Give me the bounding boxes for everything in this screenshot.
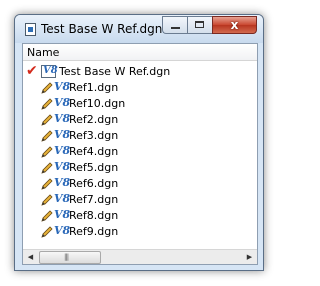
- tree-item-label: Test Base W Ref.dgn: [59, 65, 171, 78]
- scroll-right-arrow-icon[interactable]: ▶: [242, 250, 257, 264]
- v8-file-icon: V8: [54, 80, 71, 93]
- pencil-icon: [41, 146, 53, 158]
- pencil-icon: [41, 82, 53, 94]
- minimize-button[interactable]: [162, 16, 187, 34]
- scroll-grip-icon: |||: [64, 253, 69, 261]
- name-column-header[interactable]: Name: [23, 44, 257, 61]
- tree-item-label: Ref2.dgn: [69, 113, 119, 126]
- pencil-icon: [41, 98, 53, 110]
- tree-item-label: Ref7.dgn: [69, 193, 119, 206]
- red-check-icon: ✔: [26, 63, 38, 79]
- maximize-icon: [195, 21, 204, 28]
- tree-item-label: Ref4.dgn: [69, 145, 119, 158]
- column-header-label: Name: [27, 46, 60, 59]
- close-icon: x: [230, 18, 239, 32]
- pencil-icon: [41, 162, 53, 174]
- v8-file-icon: V8: [54, 160, 71, 173]
- v8-file-icon: V8: [54, 128, 71, 141]
- scroll-thumb[interactable]: |||: [39, 251, 101, 264]
- pencil-icon: [41, 226, 53, 238]
- scroll-left-arrow-icon[interactable]: ◀: [23, 250, 38, 264]
- tree-item-label: Ref10.dgn: [69, 97, 126, 110]
- tree-item-label: Ref6.dgn: [69, 177, 119, 190]
- minimize-icon: [171, 27, 180, 29]
- tree-item-label: Ref1.dgn: [69, 81, 119, 94]
- pencil-icon: [41, 194, 53, 206]
- tree-item-label: Ref5.dgn: [69, 161, 119, 174]
- tree-item-label: Ref3.dgn: [69, 129, 119, 142]
- tree-item-label: Ref9.dgn: [69, 225, 119, 238]
- pencil-icon: [41, 130, 53, 142]
- v8-file-icon: V8: [54, 176, 71, 189]
- dgn-file-icon: V8: [41, 65, 58, 78]
- v8-file-icon: V8: [54, 144, 71, 157]
- v8-file-icon: V8: [54, 208, 71, 221]
- title-bar[interactable]: Test Base W Ref.dgn - Test ... x: [15, 15, 263, 43]
- v8-file-icon: V8: [54, 96, 71, 109]
- tree-item-label: Ref8.dgn: [69, 209, 119, 222]
- app-icon[interactable]: [25, 23, 36, 36]
- reference-window: Test Base W Ref.dgn - Test ... x Name ✔ …: [14, 14, 264, 271]
- v8-file-icon: V8: [54, 224, 71, 237]
- v8-file-icon: V8: [54, 112, 71, 125]
- v8-file-icon: V8: [54, 192, 71, 205]
- pencil-icon: [41, 178, 53, 190]
- pencil-icon: [41, 210, 53, 222]
- caption-buttons: x: [162, 16, 257, 35]
- horizontal-scrollbar[interactable]: ◀ ||| ▶: [23, 249, 257, 264]
- close-button[interactable]: x: [212, 16, 257, 34]
- maximize-button[interactable]: [187, 16, 212, 34]
- pencil-icon: [41, 114, 53, 126]
- reference-tree-panel: Name ✔ V8 Test Base W Ref.dgn V8 Ref1.dgn…: [22, 43, 258, 265]
